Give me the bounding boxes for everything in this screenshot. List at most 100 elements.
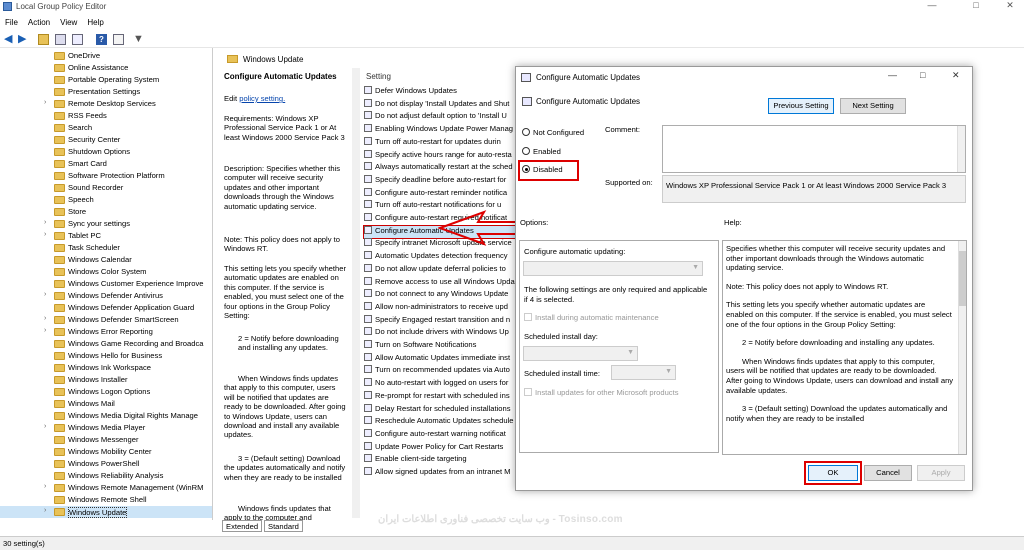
tree-item[interactable]: Windows Media Digital Rights Manage — [0, 410, 212, 422]
setting-row[interactable]: Configure auto-restart reminder notifica — [364, 187, 520, 200]
setting-row[interactable]: Defer Windows Updates — [364, 86, 520, 98]
tree-item[interactable]: › Windows Update — [0, 506, 212, 518]
comment-scrollbar[interactable] — [957, 126, 965, 172]
tree-item[interactable]: › Tablet PC — [0, 230, 212, 242]
tree-item[interactable]: › Windows Error Reporting — [0, 326, 212, 338]
tree-item[interactable]: Windows Calendar — [0, 254, 212, 266]
expand-arrow-icon[interactable]: › — [44, 315, 46, 322]
tree-item[interactable]: Portable Operating System — [0, 74, 212, 86]
setting-row[interactable]: Remove access to use all Windows Upda — [364, 276, 520, 289]
tab-extended[interactable]: Extended — [222, 520, 263, 532]
setting-row[interactable]: Re-prompt for restart with scheduled ins — [364, 390, 520, 403]
dialog-close-button[interactable]: ✕ — [952, 70, 960, 81]
description-scrollbar[interactable] — [352, 68, 360, 518]
setting-row[interactable]: Enabling Windows Update Power Manag — [364, 124, 520, 136]
tree-item[interactable]: Windows Color System — [0, 266, 212, 278]
edit-policy-link[interactable]: policy setting. — [239, 94, 285, 103]
expand-arrow-icon[interactable]: › — [44, 219, 46, 226]
tree-item[interactable]: Shutdown Options — [0, 146, 212, 158]
tree-item[interactable]: RSS Feeds — [0, 110, 212, 122]
expand-arrow-icon[interactable]: › — [44, 483, 46, 490]
setting-row[interactable]: Do not connect to any Windows Update — [364, 289, 520, 301]
settings-column-header[interactable]: Setting — [366, 72, 391, 81]
tree-item[interactable]: › Windows Defender Antivirus — [0, 290, 212, 302]
help-scrollbar-thumb[interactable] — [959, 251, 966, 306]
tree-item[interactable]: Sound Recorder — [0, 182, 212, 194]
filter-icon[interactable]: ▼ — [133, 34, 144, 45]
tree-item[interactable]: › Windows Remote Management (WinRM — [0, 482, 212, 494]
show-pane-icon[interactable] — [113, 34, 124, 45]
expand-arrow-icon[interactable]: › — [44, 423, 46, 430]
minimize-button[interactable]: — — [912, 0, 952, 12]
setting-row[interactable]: Do not allow update deferral policies to — [364, 263, 520, 276]
expand-arrow-icon[interactable]: › — [44, 231, 46, 238]
up-folder-icon[interactable] — [38, 34, 49, 45]
install-other-checkbox[interactable]: Install updates for other Microsoft prod… — [524, 388, 679, 397]
properties-icon[interactable] — [72, 34, 83, 45]
tree-item[interactable]: Security Center — [0, 134, 212, 146]
dialog-maximize-button[interactable]: □ — [920, 70, 925, 80]
tree-item[interactable]: Windows Logon Options — [0, 386, 212, 398]
tree-item[interactable]: Smart Card — [0, 158, 212, 170]
configure-updating-select[interactable]: ▼ — [523, 261, 703, 276]
tree-item[interactable]: Windows Mail — [0, 398, 212, 410]
help-scrollbar[interactable] — [958, 241, 966, 454]
previous-setting-button[interactable]: Previous Setting — [768, 98, 834, 114]
setting-row[interactable]: Delay Restart for scheduled installation… — [364, 403, 520, 416]
apply-button[interactable]: Apply — [917, 465, 965, 481]
tree-item[interactable]: Windows Customer Experience Improve — [0, 278, 212, 290]
tree-item[interactable]: › Windows Defender SmartScreen — [0, 314, 212, 326]
setting-row[interactable]: Always automatically restart at the sche… — [364, 162, 520, 174]
tree-item[interactable]: Online Assistance — [0, 62, 212, 74]
expand-arrow-icon[interactable]: › — [44, 99, 46, 106]
setting-row[interactable]: Turn on Software Notifications — [364, 340, 520, 352]
setting-row[interactable]: Specify active hours range for auto-rest… — [364, 149, 520, 162]
tree-item[interactable]: Presentation Settings — [0, 86, 212, 98]
scheduled-day-select[interactable]: ▼ — [523, 346, 638, 361]
tree-item[interactable]: › Remote Desktop Services — [0, 98, 212, 110]
setting-row[interactable]: Enable client-side targeting — [364, 454, 520, 466]
tree-item[interactable]: Task Scheduler — [0, 242, 212, 254]
tree-item[interactable]: Windows Defender Application Guard — [0, 302, 212, 314]
forward-icon[interactable]: ▶ — [18, 34, 29, 45]
tree-item[interactable]: Speech — [0, 194, 212, 206]
setting-row[interactable]: Allow non-administrators to receive upd — [364, 301, 520, 314]
tree-item[interactable]: Windows Remote Shell — [0, 494, 212, 506]
setting-row[interactable]: Configure auto-restart warning notificat — [364, 428, 520, 441]
tree-item[interactable]: Windows Reliability Analysis — [0, 470, 212, 482]
back-icon[interactable]: ◀ — [4, 34, 15, 45]
tree-item[interactable]: Windows Installer — [0, 374, 212, 386]
show-tree-icon[interactable] — [55, 34, 66, 45]
comment-field[interactable] — [662, 125, 966, 173]
tree-item[interactable]: Windows Ink Workspace — [0, 362, 212, 374]
menu-view[interactable]: View — [55, 16, 82, 29]
close-button[interactable]: ✕ — [990, 0, 1024, 12]
expand-arrow-icon[interactable]: › — [44, 291, 46, 298]
setting-row[interactable]: Do not include drivers with Windows Up — [364, 327, 520, 339]
tree-item[interactable]: Windows Game Recording and Broadca — [0, 338, 212, 350]
setting-row[interactable]: Allow signed updates from an intranet M — [364, 467, 520, 479]
expand-arrow-icon[interactable]: › — [44, 327, 46, 334]
scheduled-time-select[interactable]: ▼ — [611, 365, 676, 380]
tree-item[interactable]: Search — [0, 122, 212, 134]
radio-enabled[interactable]: Enabled — [522, 147, 561, 156]
setting-row[interactable]: Do not adjust default option to 'Install… — [364, 111, 520, 123]
tree-item[interactable]: Windows PowerShell — [0, 458, 212, 470]
setting-row[interactable]: Do not display 'Install Updates and Shut — [364, 98, 520, 111]
setting-row[interactable]: Specify deadline before auto-restart for — [364, 174, 520, 187]
setting-row[interactable]: No auto-restart with logged on users for — [364, 378, 520, 390]
install-maintenance-checkbox[interactable]: Install during automatic maintenance — [524, 313, 659, 322]
expand-arrow-icon[interactable]: › — [44, 507, 46, 514]
setting-row[interactable]: Specify Engaged restart transition and n — [364, 314, 520, 327]
setting-row[interactable]: Reschedule Automatic Updates schedule — [364, 416, 520, 428]
tree-item[interactable]: Windows Messenger — [0, 434, 212, 446]
tree-item[interactable]: › Sync your settings — [0, 218, 212, 230]
setting-row[interactable]: Allow Automatic Updates immediate inst — [364, 352, 520, 365]
cancel-button[interactable]: Cancel — [864, 465, 912, 481]
setting-row[interactable]: Turn off auto-restart for updates durin — [364, 136, 520, 149]
radio-not-configured[interactable]: Not Configured — [522, 128, 584, 137]
dialog-minimize-button[interactable]: — — [888, 70, 897, 80]
setting-row[interactable]: Update Power Policy for Cart Restarts — [364, 441, 520, 454]
menu-action[interactable]: Action — [23, 16, 55, 29]
tree-item[interactable]: OneDrive — [0, 50, 212, 62]
